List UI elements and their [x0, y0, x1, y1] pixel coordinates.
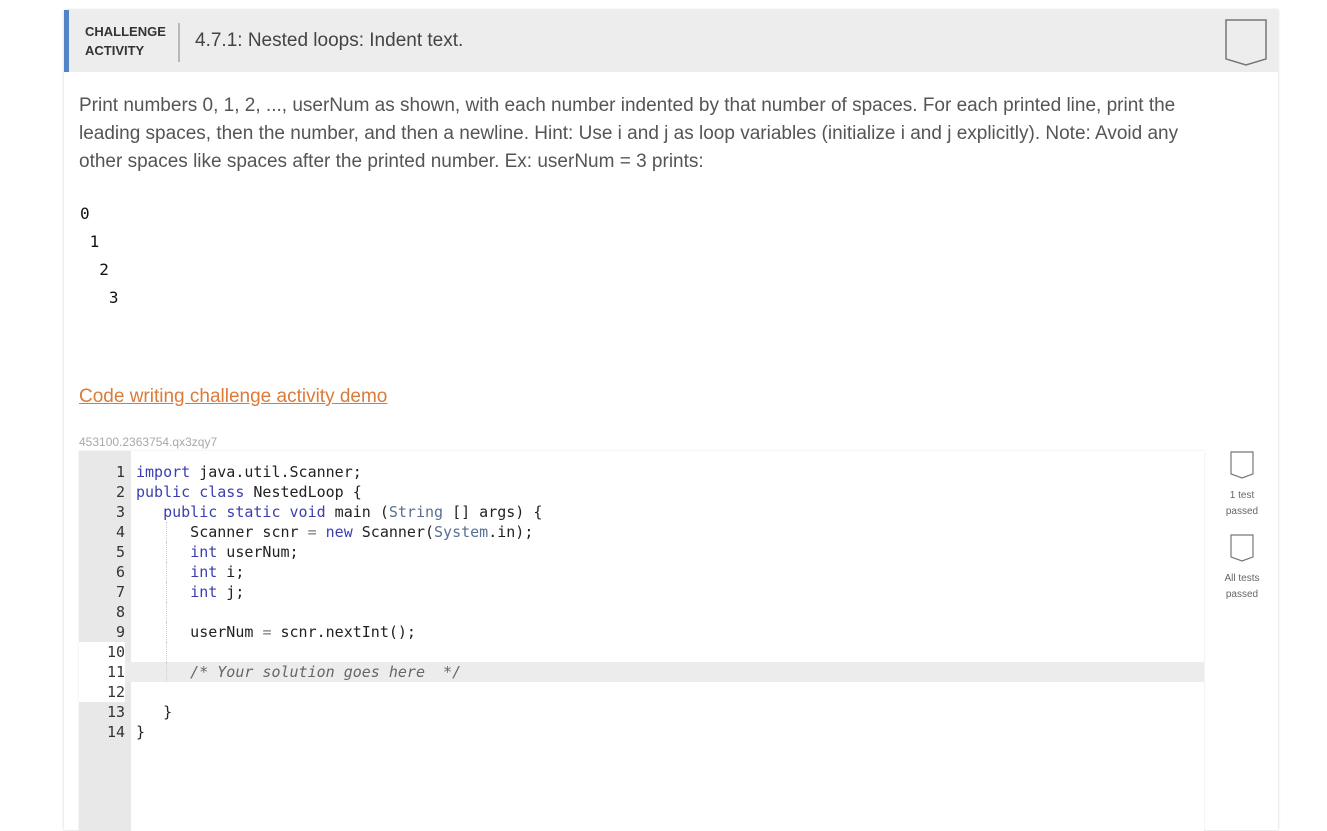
test-status-label-line2: passed — [1225, 589, 1259, 600]
line-number: 13 — [79, 702, 125, 722]
code-line[interactable]: 7 int j; — [79, 582, 1204, 602]
test-status-item: 1 test passed — [1210, 451, 1274, 520]
code-lines[interactable]: 1 import java.util.Scanner; 2 public class … — [79, 462, 1204, 742]
activity-header: CHALLENGE ACTIVITY 4.7.1: Nested loops: … — [64, 10, 1278, 72]
example-line: 0 — [80, 204, 90, 223]
activity-type-line2: ACTIVITY — [85, 43, 145, 58]
line-number: 14 — [79, 722, 125, 742]
code-text[interactable]: int i; — [136, 562, 244, 582]
code-line[interactable]: 4 Scanner scnr = new Scanner(System.in); — [79, 522, 1204, 542]
line-number: 4 — [79, 522, 125, 542]
example-output: 0 1 2 3 — [80, 200, 119, 312]
completion-badge-icon — [1225, 19, 1267, 66]
line-number: 7 — [79, 582, 125, 602]
example-line: 1 — [80, 232, 100, 251]
code-line[interactable]: 11 /* Your solution goes here */ — [79, 662, 1204, 682]
line-number: 10 — [79, 642, 125, 662]
line-number: 12 — [79, 682, 125, 702]
code-text[interactable]: int userNum; — [136, 542, 298, 562]
code-text[interactable]: public static void main (String [] args)… — [136, 502, 542, 522]
activity-type-line1: CHALLENGE — [85, 24, 166, 39]
test-status-panel: 1 test passed All tests passed — [1210, 451, 1274, 617]
code-text[interactable]: Scanner scnr = new Scanner(System.in); — [136, 522, 533, 542]
line-number: 9 — [79, 622, 125, 642]
activity-id: 453100.2363754.qx3zqy7 — [79, 435, 218, 449]
code-line[interactable]: 12 — [79, 682, 1204, 702]
challenge-activity-card: CHALLENGE ACTIVITY 4.7.1: Nested loops: … — [64, 10, 1278, 831]
code-line[interactable]: 6 int i; — [79, 562, 1204, 582]
code-editor[interactable]: 1 import java.util.Scanner; 2 public class … — [79, 451, 1204, 831]
line-number: 1 — [79, 462, 125, 482]
activity-type: CHALLENGE ACTIVITY — [85, 22, 166, 60]
code-text[interactable]: /* Your solution goes here */ — [136, 662, 461, 682]
code-line[interactable]: 1 import java.util.Scanner; — [79, 462, 1204, 482]
line-number: 11 — [79, 662, 125, 682]
test-status-label: 1 test passed — [1210, 488, 1274, 520]
line-number: 5 — [79, 542, 125, 562]
code-line[interactable]: 3 public static void main (String [] arg… — [79, 502, 1204, 522]
test-badge-icon — [1230, 534, 1254, 562]
code-text[interactable]: } — [136, 722, 145, 742]
code-line[interactable]: 13 } — [79, 702, 1204, 722]
code-line[interactable]: 2 public class NestedLoop { — [79, 482, 1204, 502]
code-text[interactable]: int j; — [136, 582, 244, 602]
code-line[interactable]: 8 — [79, 602, 1204, 622]
code-line[interactable]: 5 int userNum; — [79, 542, 1204, 562]
test-badge-icon — [1230, 451, 1254, 479]
test-status-label-line1: 1 test — [1229, 490, 1255, 501]
test-status-label: All tests passed — [1210, 571, 1274, 603]
code-line[interactable]: 9 userNum = scnr.nextInt(); — [79, 622, 1204, 642]
line-number: 8 — [79, 602, 125, 622]
demo-link[interactable]: Code writing challenge activity demo — [79, 386, 387, 408]
code-line[interactable]: 10 — [79, 642, 1204, 662]
test-status-label-line1: All tests — [1224, 573, 1260, 584]
test-status-item: All tests passed — [1210, 534, 1274, 603]
code-text[interactable]: userNum = scnr.nextInt(); — [136, 622, 416, 642]
activity-title: 4.7.1: Nested loops: Indent text. — [195, 30, 464, 51]
example-line: 3 — [80, 288, 119, 307]
example-line: 2 — [80, 260, 109, 279]
line-number: 6 — [79, 562, 125, 582]
header-divider — [178, 23, 180, 62]
line-number: 2 — [79, 482, 125, 502]
code-text[interactable]: } — [136, 702, 172, 722]
indent-guide — [166, 642, 167, 662]
test-status-label-line2: passed — [1225, 506, 1259, 517]
code-text[interactable]: import java.util.Scanner; — [136, 462, 362, 482]
code-text[interactable]: public class NestedLoop { — [136, 482, 362, 502]
code-line[interactable]: 14} — [79, 722, 1204, 742]
problem-prompt: Print numbers 0, 1, 2, ..., userNum as s… — [79, 95, 1179, 172]
line-number: 3 — [79, 502, 125, 522]
indent-guide — [166, 602, 167, 622]
